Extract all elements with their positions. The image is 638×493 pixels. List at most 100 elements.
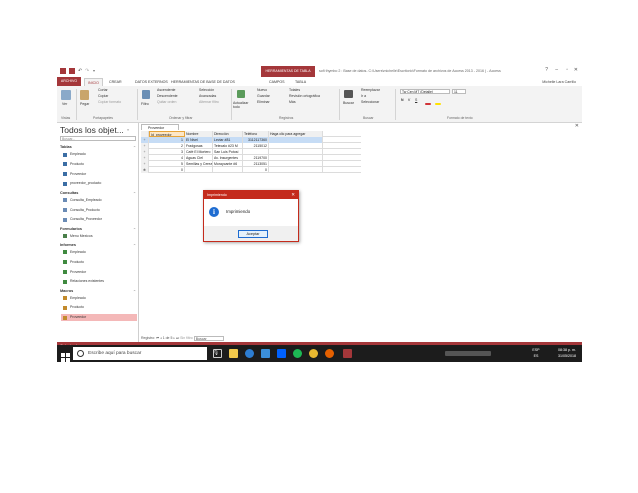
underline-button[interactable]: S (415, 98, 417, 103)
nav-item[interactable]: Producto (61, 259, 137, 266)
tab-herramientas-bd[interactable]: HERRAMIENTAS DE BASE DE DATOS (171, 78, 235, 86)
customize-quick-access-icon[interactable]: ▾ (93, 68, 99, 74)
nav-group-macros[interactable]: Macros ⌃ (60, 289, 136, 294)
chevron-up-icon[interactable]: ⌃ (133, 191, 136, 196)
alternar-filtro-button[interactable]: Alternar filtro (199, 100, 219, 105)
highlight-color-icon[interactable] (435, 103, 441, 105)
firefox-icon[interactable] (325, 349, 334, 358)
view-icon[interactable] (61, 90, 71, 100)
minimize-icon[interactable]: – (555, 67, 558, 73)
table-cell[interactable] (269, 167, 323, 173)
guardar-button[interactable]: Guardar (257, 94, 270, 99)
taskbar-clock[interactable]: 08:38 p. m. 31/05/2018 (546, 347, 576, 359)
paste-icon[interactable] (80, 90, 89, 100)
ir-a-button[interactable]: Ir a (361, 94, 366, 99)
nav-group-tablas[interactable]: Tablas ⌃ (60, 145, 136, 150)
nav-item[interactable]: Consulta_Producto (61, 207, 137, 214)
avanzadas-button[interactable]: Avanzadas (199, 94, 216, 99)
undo-icon[interactable]: ↶ (78, 68, 84, 74)
nav-pane-collapse-icon[interactable]: « (127, 127, 129, 132)
filtro-button[interactable]: Filtro (141, 102, 149, 107)
spotify-icon[interactable] (293, 349, 302, 358)
chevron-up-icon[interactable]: ⌃ (133, 145, 136, 150)
windows-start-icon[interactable] (61, 349, 70, 362)
access-taskbar-icon[interactable] (343, 349, 352, 358)
record-search-input[interactable]: Buscar (193, 335, 224, 341)
binoculars-icon[interactable] (344, 90, 353, 98)
tab-datos-externos[interactable]: DATOS EXTERNOS (135, 78, 168, 86)
save-icon[interactable] (69, 68, 75, 74)
chrome-icon[interactable] (309, 349, 318, 358)
descendente-button[interactable]: Descendente (157, 94, 178, 99)
buscar-button[interactable]: Buscar (343, 101, 354, 106)
reemplazar-button[interactable]: Reemplazar (361, 88, 380, 93)
nav-item[interactable]: Proveedor (61, 314, 137, 322)
tab-campos[interactable]: CAMPOS (269, 78, 285, 86)
tab-archivo[interactable]: ARCHIVO (57, 77, 81, 86)
user-name[interactable]: Michelle Lara Carrillo (542, 78, 576, 86)
italic-button[interactable]: K (408, 98, 410, 103)
close-document-icon[interactable]: ✕ (575, 123, 579, 129)
nav-search-input[interactable]: Buscar... (60, 136, 136, 141)
file-explorer-icon[interactable] (229, 349, 238, 358)
filter-icon[interactable] (142, 90, 150, 99)
first-record-button[interactable]: ⏮ ◂ (156, 336, 163, 340)
close-window-icon[interactable]: ✕ (574, 67, 578, 73)
nav-item[interactable]: Proveedor (61, 269, 137, 276)
dropbox-icon[interactable] (277, 349, 286, 358)
ascendente-button[interactable]: Ascendente (157, 88, 176, 93)
tab-tabla[interactable]: TABLA (295, 78, 306, 86)
ver-button[interactable]: Ver (62, 102, 67, 107)
seleccionar-button[interactable]: Seleccionar (361, 100, 379, 105)
nav-item[interactable]: Proveedor (61, 171, 137, 178)
nav-item[interactable]: Consulta_Empleado (61, 197, 137, 204)
nav-item[interactable]: Producto (61, 304, 137, 311)
nav-pane-title[interactable]: Todos los objet... (60, 125, 124, 135)
store-icon[interactable] (261, 349, 270, 358)
chevron-up-icon[interactable]: ⌃ (133, 227, 136, 232)
nav-item[interactable]: Consulta_Proveedor (61, 216, 137, 223)
dialog-close-icon[interactable]: ✕ (291, 191, 295, 199)
table-cell[interactable]: 0 (243, 167, 269, 173)
nav-item[interactable]: proveedor_producto (61, 180, 137, 187)
nav-group-formularios[interactable]: Formularios ⌃ (60, 227, 136, 232)
revision-button[interactable]: Revisión ortográfica (289, 94, 320, 99)
filter-status[interactable]: Sin filtro (180, 336, 193, 340)
taskbar-search-input[interactable]: Escribe aquí para buscar 🎙 (73, 347, 219, 360)
totales-button[interactable]: Totales (289, 88, 300, 93)
copiar-button[interactable]: Copiar (98, 94, 108, 99)
font-color-icon[interactable] (425, 103, 431, 105)
tab-crear[interactable]: CREAR (109, 78, 122, 86)
font-name-select[interactable]: Tw Cen MT (Detalle) (400, 89, 450, 94)
maximize-icon[interactable]: ▫ (566, 67, 568, 73)
table-row[interactable]: ✱ 0 0 (141, 167, 361, 173)
bold-button[interactable]: N (401, 98, 404, 103)
nav-group-informes[interactable]: Informes ⌃ (60, 243, 136, 248)
table-cell[interactable] (185, 167, 213, 173)
language-indicator[interactable]: ESP ES (530, 347, 542, 359)
record-position[interactable]: 1 de 5 (163, 336, 173, 340)
task-view-icon[interactable] (213, 349, 222, 358)
tab-inicio[interactable]: INICIO (84, 78, 103, 86)
nav-item[interactable]: Empleado (61, 295, 137, 302)
nav-group-consultas[interactable]: Consultas ⌃ (60, 191, 136, 196)
eliminar-button[interactable]: Eliminar (257, 100, 270, 105)
aceptar-button[interactable]: Aceptar (238, 230, 268, 238)
nav-item[interactable]: Producto (61, 161, 137, 168)
nav-item[interactable]: Relaciones existentes (61, 278, 137, 285)
table-cell[interactable]: 0 (149, 167, 185, 173)
redo-icon[interactable]: ↷ (85, 68, 91, 74)
nuevo-button[interactable]: Nuevo (257, 88, 267, 93)
actualizar-todo-button[interactable]: Actualizar todo (233, 101, 251, 109)
mas-button[interactable]: Más (289, 100, 296, 105)
new-record-icon[interactable]: ✱ (141, 167, 149, 173)
quitar-orden-button[interactable]: Quitar orden (157, 100, 176, 105)
chevron-up-icon[interactable]: ⌃ (133, 243, 136, 248)
refresh-icon[interactable] (237, 90, 245, 98)
nav-item[interactable]: Empleado (61, 151, 137, 158)
cortar-button[interactable]: Cortar (98, 88, 108, 93)
font-size-select[interactable]: 11 (452, 89, 466, 94)
table-cell[interactable] (213, 167, 243, 173)
nav-item[interactable]: Menu Mexicos (61, 233, 137, 240)
help-icon[interactable]: ? (545, 67, 548, 73)
